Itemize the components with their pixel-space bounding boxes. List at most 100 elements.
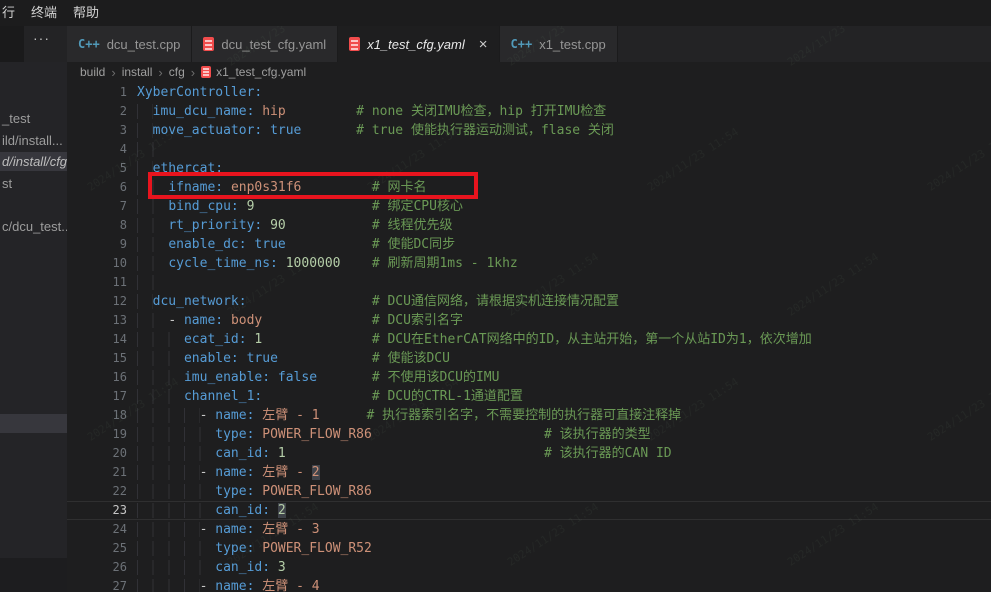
code-line-text: - name: 左臂 - 4 [137,577,991,592]
code-line-text: - name: 左臂 - 1 # 执行器索引名字，不需要控制的执行器可直接注释掉 [137,406,991,425]
code-line-text: move_actuator: true # true 使能执行器运动测试，fla… [137,121,991,140]
code-line[interactable]: 25 type: POWER_FLOW_R52 [67,539,991,558]
code-line[interactable]: 19 type: POWER_FLOW_R86 # 该执行器的类型 [67,425,991,444]
sidebar-item-d-install-cfg[interactable]: d/install/cfg [0,152,67,171]
code-line[interactable]: 2 imu_dcu_name: hip # none 关闭IMU检查，hip 打… [67,102,991,121]
code-line[interactable]: 11 [67,273,991,292]
code-line[interactable]: 9 enable_dc: true # 使能DC同步 [67,235,991,254]
code-line-text: XyberController: [137,83,991,102]
code-line-text: type: POWER_FLOW_R86 # 该执行器的类型 [137,425,991,444]
code-line[interactable]: 15 enable: true # 使能该DCU [67,349,991,368]
cpp-file-icon: C++ [78,37,100,51]
code-line[interactable]: 6 ifname: enp0s31f6 # 网卡名 [67,178,991,197]
code-line[interactable]: 26 can_id: 3 [67,558,991,577]
breadcrumb-item-build[interactable]: build [80,65,105,79]
line-number: 8 [67,216,137,235]
code-line-text: can_id: 2 [137,501,991,520]
line-number: 7 [67,197,137,216]
line-number: 9 [67,235,137,254]
close-icon[interactable]: × [479,36,488,53]
code-line[interactable]: 1XyberController: [67,83,991,102]
line-number: 11 [67,273,137,292]
code-line-text: enable: true # 使能该DCU [137,349,991,368]
code-line[interactable]: 20 can_id: 1 # 该执行器的CAN ID [67,444,991,463]
code-line[interactable]: 8 rt_priority: 90 # 线程优先级 [67,216,991,235]
code-line-text: imu_dcu_name: hip # none 关闭IMU检查，hip 打开I… [137,102,991,121]
more-actions-icon[interactable]: ··· [33,30,50,46]
code-line-text: dcu_network: # DCU通信网络，请根据实机连接情况配置 [137,292,991,311]
code-line[interactable]: 13 - name: body # DCU索引名字 [67,311,991,330]
code-line[interactable]: 21 - name: 左臂 - 2 [67,463,991,482]
menu-item-[interactable]: 帮助 [65,0,107,26]
breadcrumb-item-cfg[interactable]: cfg [169,65,185,79]
code-line-text: type: POWER_FLOW_R52 [137,539,991,558]
code-line[interactable]: 4 [67,140,991,159]
tab-bar: C++ dcu_test.cpp dcu_test_cfg.yaml x1_test_… [67,26,991,62]
code-line[interactable]: 18 - name: 左臂 - 1 # 执行器索引名字，不需要控制的执行器可直接… [67,406,991,425]
code-line-text: ifname: enp0s31f6 # 网卡名 [137,178,991,197]
sidebar-header: ··· [0,26,67,62]
breadcrumb-item-install[interactable]: install [122,65,153,79]
sidebar-bottom-panel [0,558,67,592]
breadcrumb-separator-icon: › [111,65,115,80]
line-number: 21 [67,463,137,482]
sidebar-item-st[interactable]: st [0,174,67,193]
sidebar-item-test[interactable]: _test [0,109,67,128]
code-line-text: - name: 左臂 - 3 [137,520,991,539]
tab-label: x1_test_cfg.yaml [367,37,465,52]
code-line[interactable]: 24 - name: 左臂 - 3 [67,520,991,539]
code-line-text: channel_1: # DCU的CTRL-1通道配置 [137,387,991,406]
line-number: 14 [67,330,137,349]
code-line-text: imu_enable: false # 不使用该DCU的IMU [137,368,991,387]
tab-x1-test-cpp[interactable]: C++x1_test.cpp [500,26,618,62]
sidebar-item-c-dcu-test[interactable]: c/dcu_test... [0,217,67,236]
code-line[interactable]: 12 dcu_network: # DCU通信网络，请根据实机连接情况配置 [67,292,991,311]
code-line[interactable]: 14 ecat_id: 1 # DCU在EtherCAT网络中的ID，从主站开始… [67,330,991,349]
code-line-text: ethercat: [137,159,991,178]
code-line[interactable]: 16 imu_enable: false # 不使用该DCU的IMU [67,368,991,387]
tab-label: dcu_test.cpp [107,37,181,52]
code-line-text: ecat_id: 1 # DCU在EtherCAT网络中的ID，从主站开始，第一… [137,330,991,349]
code-line-text: type: POWER_FLOW_R86 [137,482,991,501]
code-line[interactable]: 22 type: POWER_FLOW_R86 [67,482,991,501]
code-line[interactable]: 3 move_actuator: true # true 使能执行器运动测试，f… [67,121,991,140]
breadcrumb: build › install › cfg › x1_test_cfg.yaml [67,62,991,82]
menu-item-[interactable]: 终端 [23,0,65,26]
code-line[interactable]: 5 ethercat: [67,159,991,178]
line-number: 17 [67,387,137,406]
line-number: 12 [67,292,137,311]
line-number: 10 [67,254,137,273]
tab-dcu-test-cpp[interactable]: C++ dcu_test.cpp [67,26,192,62]
line-number: 26 [67,558,137,577]
line-number: 5 [67,159,137,178]
line-number: 23 [67,501,137,520]
tab-x1-test-cfg-yaml[interactable]: x1_test_cfg.yaml × [338,26,499,62]
line-number: 19 [67,425,137,444]
code-line-text: rt_priority: 90 # 线程优先级 [137,216,991,235]
tab-dcu-test-cfg-yaml[interactable]: dcu_test_cfg.yaml [192,26,338,62]
code-line-text: cycle_time_ns: 1000000 # 刷新周期1ms - 1khz [137,254,991,273]
menu-item-[interactable]: 行 [0,0,23,26]
line-number: 6 [67,178,137,197]
app-window: 行终端帮助 ··· _test ild/install... d/install/c… [0,0,991,592]
code-line[interactable]: 17 channel_1: # DCU的CTRL-1通道配置 [67,387,991,406]
line-number: 22 [67,482,137,501]
code-line-text: - name: 左臂 - 2 [137,463,991,482]
breadcrumb-file[interactable]: x1_test_cfg.yaml [201,65,306,79]
code-line-text: enable_dc: true # 使能DC同步 [137,235,991,254]
code-line[interactable]: 10 cycle_time_ns: 1000000 # 刷新周期1ms - 1k… [67,254,991,273]
code-line[interactable]: 7 bind_cpu: 9 # 绑定CPU核心 [67,197,991,216]
line-number: 24 [67,520,137,539]
tab-label: dcu_test_cfg.yaml [221,37,326,52]
sidebar-highlight-row[interactable] [0,414,67,433]
breadcrumb-separator-icon: › [191,65,195,80]
sidebar-item-ild-install[interactable]: ild/install... [0,131,67,150]
sidebar: ··· _test ild/install... d/install/cfg st c/… [0,26,67,592]
code-line[interactable]: 23 can_id: 2 [67,501,991,520]
code-line[interactable]: 27 - name: 左臂 - 4 [67,577,991,592]
code-line-text [137,140,991,159]
code-line-text: bind_cpu: 9 # 绑定CPU核心 [137,197,991,216]
breadcrumb-separator-icon: › [158,65,162,80]
line-number: 2 [67,102,137,121]
yaml-file-icon [201,66,211,78]
